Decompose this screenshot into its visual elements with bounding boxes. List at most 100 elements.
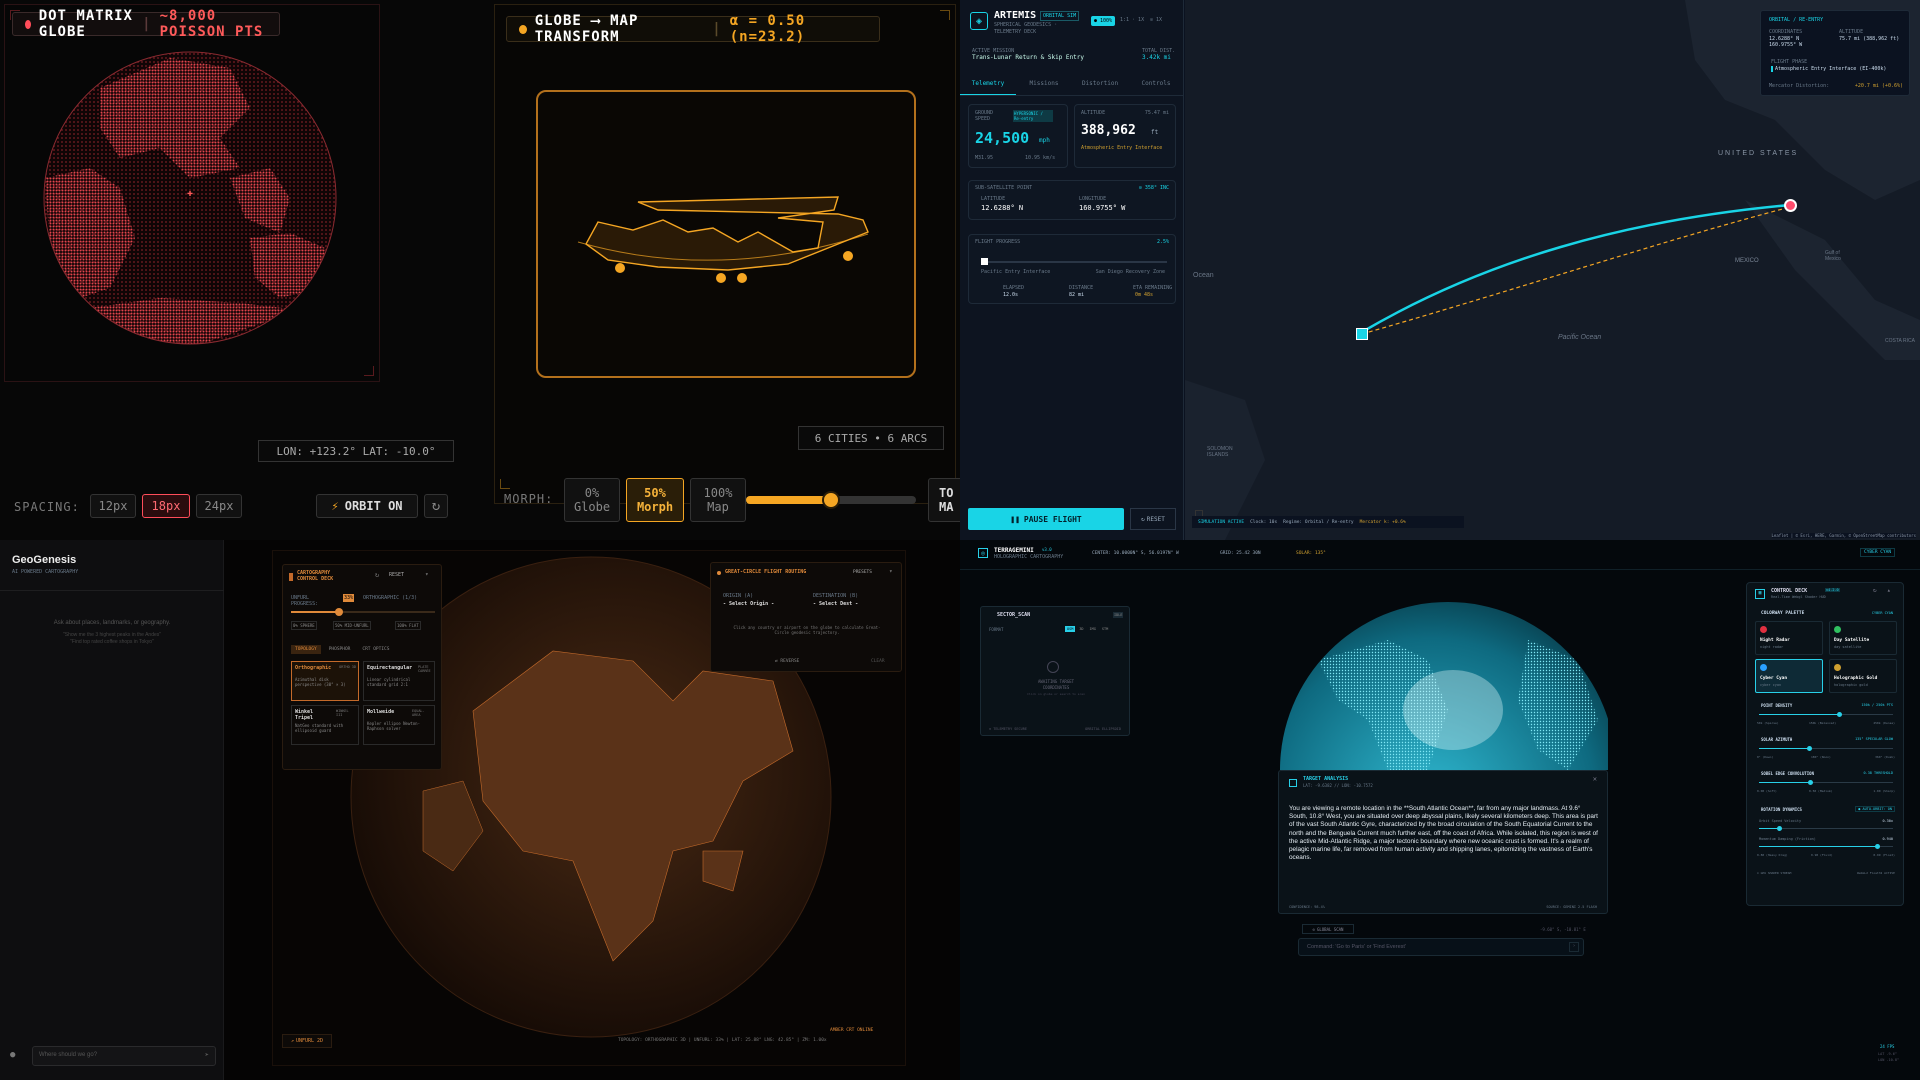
slider-handle[interactable]	[1777, 826, 1783, 831]
format-img[interactable]: IMG	[1088, 626, 1098, 632]
tab-crt-optics[interactable]: CRT OPTICS	[358, 645, 393, 654]
slider-handle[interactable]	[1837, 712, 1843, 717]
dot-matrix-dashboard: DOT MATRIX GLOBE | ~8,000 POISSON PTS ✚ …	[0, 0, 960, 540]
unfurl-slider-handle[interactable]	[334, 608, 343, 616]
spacing-12-button[interactable]: 12px	[90, 494, 136, 518]
origin-marker[interactable]	[1356, 328, 1368, 340]
progress-marker	[981, 258, 988, 265]
damping-slider[interactable]	[1759, 844, 1893, 849]
morph-slider[interactable]	[746, 491, 916, 509]
swatch-holographic-gold[interactable]: Holographic Gold holographic gold	[1829, 659, 1897, 693]
morph-slider-handle[interactable]	[822, 491, 840, 509]
slider-handle[interactable]	[1807, 780, 1813, 785]
map-attribution[interactable]: Leaflet | © Esri, HERE, Garmin, © OpenSt…	[1771, 533, 1916, 538]
brand-icon: ◎	[978, 548, 988, 558]
swatch-cyber-cyan[interactable]: Cyber Cyan cyber cyan	[1755, 659, 1823, 693]
mic-icon[interactable]: ●	[10, 1050, 24, 1064]
slider-fill	[1759, 828, 1780, 829]
command-input[interactable]: Command: 'Go to Paris' or 'Find Everest'…	[1298, 938, 1584, 956]
clear-button[interactable]: CLEAR	[871, 659, 885, 664]
spacing-24-button[interactable]: 24px	[196, 494, 242, 518]
ground-speed-value: 24,500	[975, 129, 1030, 147]
morph-0-button[interactable]: 0% Globe	[564, 478, 620, 522]
crosshair-icon: ✚	[187, 188, 193, 199]
tab-telemetry[interactable]: Telemetry	[960, 80, 1016, 95]
routing-collapse-icon[interactable]: ▾	[889, 568, 893, 575]
to-map-button[interactable]: TO MA	[928, 478, 960, 522]
holographic-globe[interactable]	[1278, 600, 1608, 770]
tab-phosphor[interactable]: PHOSPHOR	[325, 645, 355, 654]
map-frame[interactable]	[536, 90, 916, 378]
orbit-speed-slider[interactable]	[1759, 826, 1893, 831]
theme-chip[interactable]: CYBER CYAN	[1860, 548, 1896, 557]
orbit-toggle-button[interactable]: ⚡ ORBIT ON	[316, 494, 418, 518]
destination-select[interactable]: - Select Dest -	[813, 601, 858, 607]
tab-missions[interactable]: Missions	[1016, 80, 1072, 95]
projection-mollweide[interactable]: Mollweide EQUAL-AREA Kepler ellipse Newt…	[363, 705, 435, 745]
brand: GeoGenesis	[12, 554, 77, 566]
reset-button[interactable]: ↻ RESET	[1130, 508, 1176, 530]
format-stm[interactable]: STM	[1100, 626, 1110, 632]
orbit-label: ORBIT ON	[344, 499, 403, 513]
unfurl-slider[interactable]	[291, 608, 435, 616]
brand: ARTEMIS	[994, 10, 1037, 21]
deck-refresh-icon[interactable]: ↻	[1873, 587, 1877, 594]
destination-marker[interactable]	[1784, 199, 1797, 212]
analysis-text: You are viewing a remote location in the…	[1289, 805, 1598, 862]
pause-flight-button[interactable]: ❚❚ PAUSE FLIGHT	[968, 508, 1124, 530]
slider-fill	[1759, 748, 1809, 749]
unfurl-2d-button[interactable]: ↗ UNFURL 2D	[282, 1034, 332, 1048]
global-scan-button[interactable]: ⊙ GLOBAL SCAN	[1302, 924, 1354, 934]
presets-button[interactable]: PRESETS	[853, 570, 872, 575]
reverse-button[interactable]: ⇄ REVERSE	[775, 659, 799, 664]
format-3d[interactable]: 3D	[1077, 626, 1085, 632]
refresh-icon[interactable]: ↻	[424, 494, 448, 518]
tab-controls[interactable]: Controls	[1128, 80, 1184, 95]
pause-icon: ❚❚	[1010, 514, 1020, 524]
spacing-18-button[interactable]: 18px	[142, 494, 190, 518]
slider-handle[interactable]	[1806, 746, 1812, 751]
bolt-icon: ⚡	[331, 499, 339, 513]
morph-100-button[interactable]: 100% Map	[690, 478, 746, 522]
slider-fill	[1759, 714, 1840, 715]
deck-collapse-icon[interactable]: ▾	[425, 571, 429, 578]
origin-select[interactable]: - Select Origin -	[723, 601, 774, 607]
deck-icon	[289, 573, 293, 581]
format-osm[interactable]: OSM	[1065, 626, 1076, 632]
alpha-readout: α = 0.50 (n=23.2)	[729, 13, 806, 45]
dot-matrix-globe[interactable]: ✚	[40, 48, 340, 348]
sobel-threshold-slider[interactable]	[1759, 780, 1893, 785]
deck-reset-icon[interactable]: ↻	[375, 571, 379, 579]
morph-map	[577, 196, 869, 283]
point-density-slider[interactable]	[1759, 712, 1893, 717]
deck-collapse-icon[interactable]: ▴	[1887, 587, 1891, 594]
deck-reset-button[interactable]: RESET	[389, 572, 404, 578]
projection-equirectangular[interactable]: Equirectangular PLATE CARRÉE Linear cyli…	[363, 661, 435, 701]
solar-azimuth-slider[interactable]	[1759, 746, 1893, 751]
control-deck-panel: ▦ CONTROL DECK v4.2.0 Real-Time Webgl Sh…	[1746, 582, 1904, 906]
tab-distortion[interactable]: Distortion	[1072, 80, 1128, 95]
flight-routing-panel: GREAT-CIRCLE FLIGHT ROUTING PRESETS ▾ OR…	[710, 562, 902, 672]
morph-label: MORPH:	[504, 492, 554, 506]
morph-slider-fill	[746, 496, 831, 504]
projection-winkel[interactable]: Winkel Tripel WINKEL III NatGeo standard…	[291, 705, 359, 745]
close-icon[interactable]: ✕	[1593, 775, 1597, 783]
slider-handle[interactable]	[1874, 844, 1880, 849]
send-icon[interactable]: ➤	[205, 1051, 209, 1059]
swatch-day-satellite[interactable]: Day Satellite day satellite	[1829, 621, 1897, 655]
artemis-dashboard: ◈ ARTEMIS ORBITAL SIM SPHERICAL GEODESIC…	[960, 0, 1920, 540]
swatch-color	[1760, 626, 1767, 633]
flight-map[interactable]: UNITED STATES MEXICO Pacific Ocean Ocean…	[1185, 0, 1920, 540]
simulation-status-bar: SIMULATION ACTIVE Clock: 10s Regime: Orb…	[1192, 516, 1464, 528]
scan-icon: ⊙	[1312, 926, 1315, 932]
chat-input[interactable]: Where should we go? ➤	[32, 1046, 216, 1066]
auto-orbit-toggle[interactable]: ● AUTO-ORBIT: ON	[1855, 806, 1895, 812]
unfurl-icon: ↗	[290, 1038, 294, 1044]
swatch-night-radar[interactable]: Night Radar night radar	[1755, 621, 1823, 655]
morph-50-button[interactable]: 50% Morph	[626, 478, 684, 522]
send-icon[interactable]: ›	[1569, 942, 1579, 952]
tab-topology[interactable]: TOPOLOGY	[291, 645, 321, 654]
ground-speed-card: GROUND SPEED HYPERSONIC / Re-entry 24,50…	[968, 104, 1068, 168]
projection-orthographic[interactable]: Orthographic ORTHO 3D Azimuthal disk per…	[291, 661, 359, 701]
geogenesis-dashboard: GeoGenesis AI POWERED CARTOGRAPHY Ask ab…	[0, 540, 960, 1080]
